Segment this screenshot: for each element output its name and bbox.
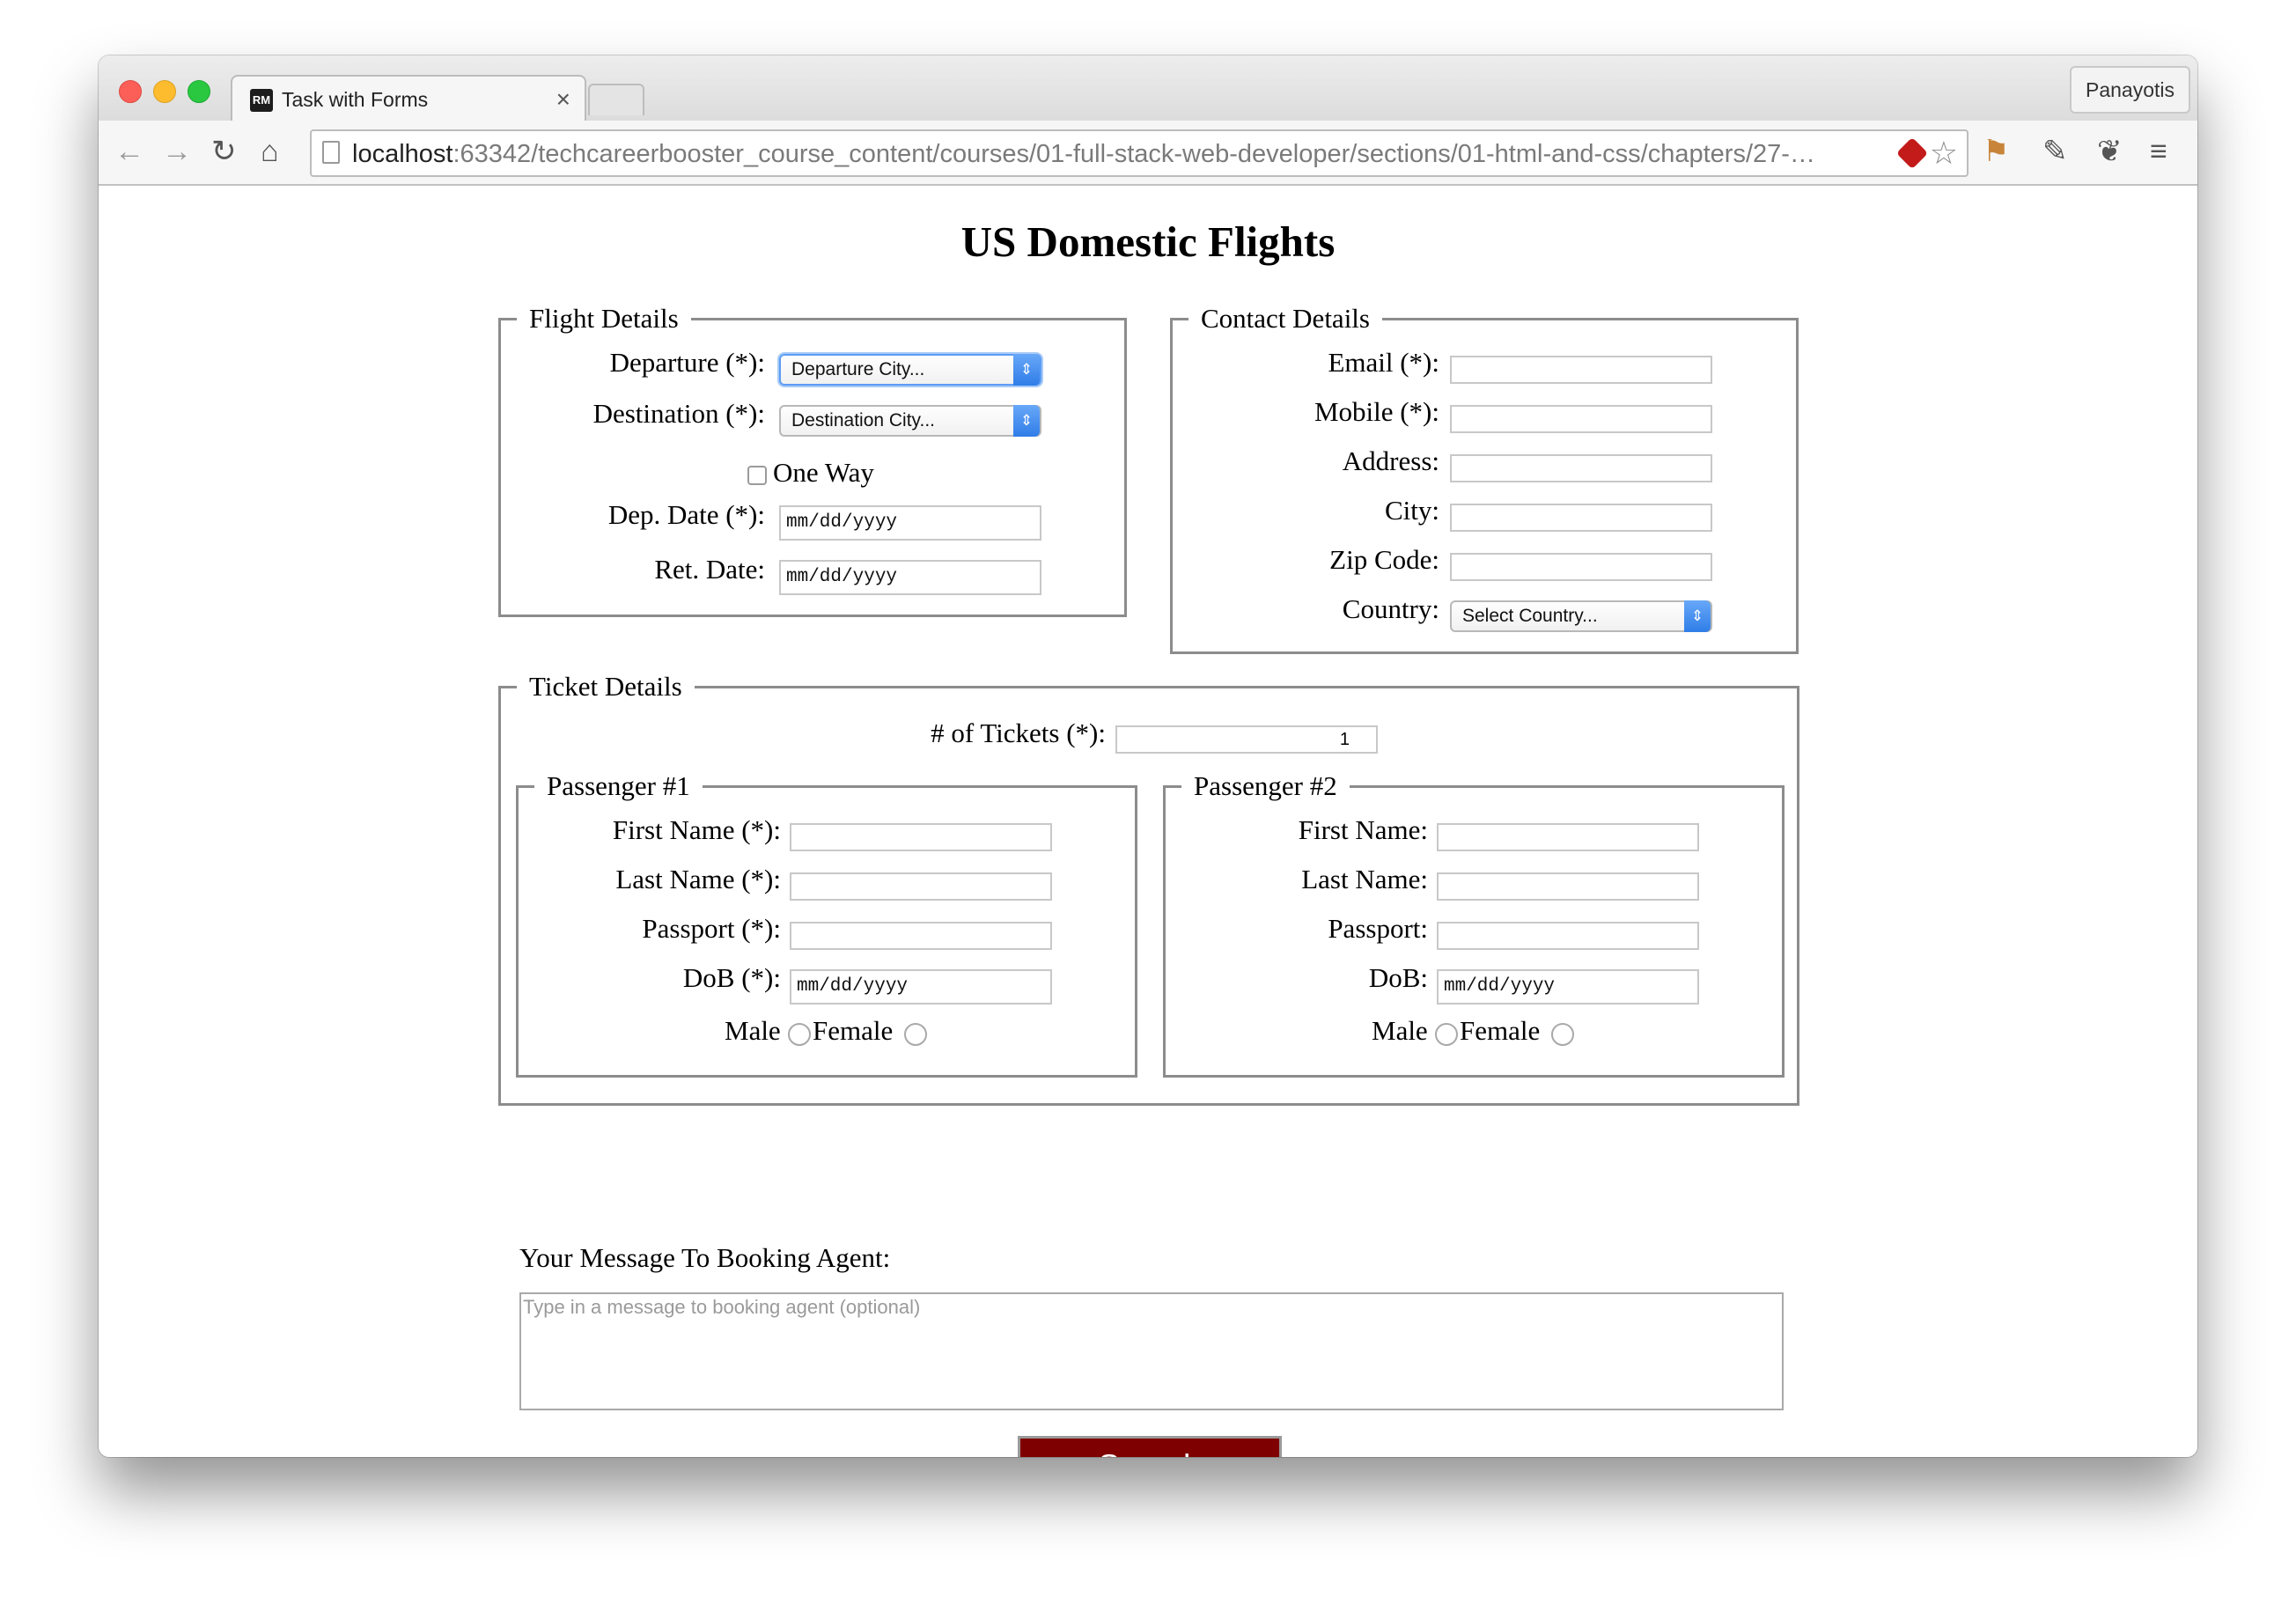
minimize-window-button[interactable] (153, 80, 176, 103)
p1-male-radio[interactable] (788, 1023, 811, 1046)
dep-date-label: Dep. Date (*): (607, 499, 765, 530)
page-icon (322, 141, 340, 164)
message-textarea[interactable]: Type in a message to booking agent (opti… (519, 1292, 1784, 1410)
mobile-label: Mobile (*): (1314, 396, 1439, 427)
country-select[interactable]: Select Country... ⇕ (1450, 600, 1712, 632)
p1-last-name-label: Last Name (*): (615, 864, 781, 894)
departure-select-value: Departure City... (791, 359, 925, 379)
p2-male-label: Male (1372, 1015, 1428, 1046)
p2-last-name-field[interactable] (1437, 872, 1699, 901)
passenger-2-legend: Passenger #2 (1181, 770, 1350, 802)
address-label: Address: (1342, 445, 1439, 476)
flag-extension-icon[interactable]: ⚑ (1983, 136, 2009, 166)
p2-passport-label: Passport: (1328, 913, 1428, 944)
ticket-details-fieldset: Ticket Details # of Tickets (*): 1 Passe… (498, 671, 1799, 1106)
p2-passport-field[interactable] (1437, 922, 1699, 950)
p1-last-name-field[interactable] (790, 872, 1052, 901)
one-way-checkbox[interactable] (747, 466, 767, 485)
close-tab-icon[interactable]: × (556, 85, 570, 114)
ret-date-input[interactable]: mm/dd/yyyy (779, 560, 1041, 595)
tab-strip: RM Task with Forms × Panayotis (99, 55, 2197, 126)
passenger-2-fieldset: Passenger #2 First Name: Last Name: Pass… (1163, 770, 1785, 1078)
destination-select-value: Destination City... (791, 410, 936, 431)
toolbar: ← → ↻ ⌂ localhost:63342/techcareerbooste… (99, 121, 2197, 186)
message-label: Your Message To Booking Agent: (519, 1242, 891, 1273)
one-way-label: One Way (773, 457, 874, 488)
p1-female-label: Female (813, 1015, 894, 1046)
profile-button[interactable]: Panayotis (2069, 66, 2190, 114)
flight-details-legend: Flight Details (517, 303, 691, 335)
browser-window: RM Task with Forms × Panayotis ← → ↻ ⌂ l… (99, 55, 2197, 1457)
zip-code-label: Zip Code: (1329, 544, 1439, 575)
city-label: City: (1384, 495, 1439, 526)
destination-label: Destination (*): (592, 398, 765, 429)
new-tab-button[interactable] (588, 84, 644, 115)
dep-date-input[interactable]: mm/dd/yyyy (779, 505, 1041, 541)
p2-last-name-label: Last Name: (1301, 864, 1428, 894)
country-label: Country: (1342, 593, 1439, 624)
menu-icon[interactable]: ≡ (2150, 136, 2167, 166)
forward-arrow-icon[interactable]: → (162, 136, 192, 166)
p1-passport-field[interactable] (790, 922, 1052, 950)
page-title: US Domestic Flights (960, 217, 1336, 266)
p1-female-radio[interactable] (904, 1023, 927, 1046)
passenger-1-legend: Passenger #1 (534, 770, 703, 802)
reload-icon[interactable]: ↻ (211, 136, 237, 166)
p2-first-name-label: First Name: (1298, 814, 1428, 845)
back-arrow-icon[interactable]: ← (114, 136, 144, 166)
home-icon[interactable]: ⌂ (261, 136, 279, 166)
departure-select[interactable]: Departure City... ⇕ (779, 354, 1041, 386)
tickets-count-label: # of Tickets (*): (931, 718, 1106, 748)
ticket-details-legend: Ticket Details (517, 671, 695, 703)
p2-female-label: Female (1460, 1015, 1541, 1046)
maximize-window-button[interactable] (188, 80, 210, 103)
address-field[interactable] (1450, 454, 1712, 482)
country-select-value: Select Country... (1462, 606, 1598, 626)
url-text[interactable]: localhost:63342/techcareerbooster_course… (352, 140, 1884, 169)
address-bar[interactable]: localhost:63342/techcareerbooster_course… (310, 129, 1969, 177)
chevron-updown-icon: ⇕ (1013, 405, 1040, 437)
close-window-button[interactable] (119, 80, 142, 103)
passenger-1-fieldset: Passenger #1 First Name (*): Last Name (… (516, 770, 1137, 1078)
p1-dob-input[interactable]: mm/dd/yyyy (790, 969, 1052, 1005)
contact-details-fieldset: Contact Details Email (*): Mobile (*): A… (1170, 303, 1799, 654)
favicon-icon: RM (250, 89, 273, 112)
departure-label: Departure (*): (609, 347, 765, 378)
color-picker-icon[interactable]: ✎ (2042, 136, 2068, 166)
p2-male-radio[interactable] (1435, 1023, 1458, 1046)
p2-female-radio[interactable] (1551, 1023, 1574, 1046)
p1-male-label: Male (725, 1015, 781, 1046)
search-button[interactable]: Search (1018, 1436, 1282, 1457)
p2-first-name-field[interactable] (1437, 823, 1699, 851)
p2-dob-input[interactable]: mm/dd/yyyy (1437, 969, 1699, 1005)
email-label: Email (*): (1328, 347, 1439, 378)
zip-code-field[interactable] (1450, 553, 1712, 581)
tickets-count-input[interactable]: 1 (1115, 725, 1378, 754)
chevron-updown-icon: ⇕ (1013, 354, 1040, 386)
destination-select[interactable]: Destination City... ⇕ (779, 405, 1041, 437)
city-field[interactable] (1450, 504, 1712, 532)
bookmark-star-icon[interactable]: ☆ (1930, 135, 1958, 172)
mobile-field[interactable] (1450, 405, 1712, 433)
p2-dob-label: DoB: (1368, 962, 1428, 993)
chevron-updown-icon: ⇕ (1684, 600, 1711, 632)
p1-first-name-field[interactable] (790, 823, 1052, 851)
tab-task-with-forms[interactable]: RM Task with Forms × (231, 75, 586, 126)
p1-first-name-label: First Name (*): (612, 814, 781, 845)
tab-title: Task with Forms (282, 88, 429, 111)
p1-passport-label: Passport (*): (642, 913, 781, 944)
page-content: US Domestic Flights Flight Details Depar… (99, 186, 2197, 1457)
evernote-icon[interactable]: ❦ (2097, 136, 2123, 166)
email-field[interactable] (1450, 356, 1712, 384)
contact-details-legend: Contact Details (1188, 303, 1382, 335)
flight-details-fieldset: Flight Details Departure (*): Departure … (498, 303, 1127, 617)
ret-date-label: Ret. Date: (654, 554, 765, 585)
ruby-extension-icon[interactable] (1895, 136, 1929, 170)
p1-dob-label: DoB (*): (682, 962, 781, 993)
